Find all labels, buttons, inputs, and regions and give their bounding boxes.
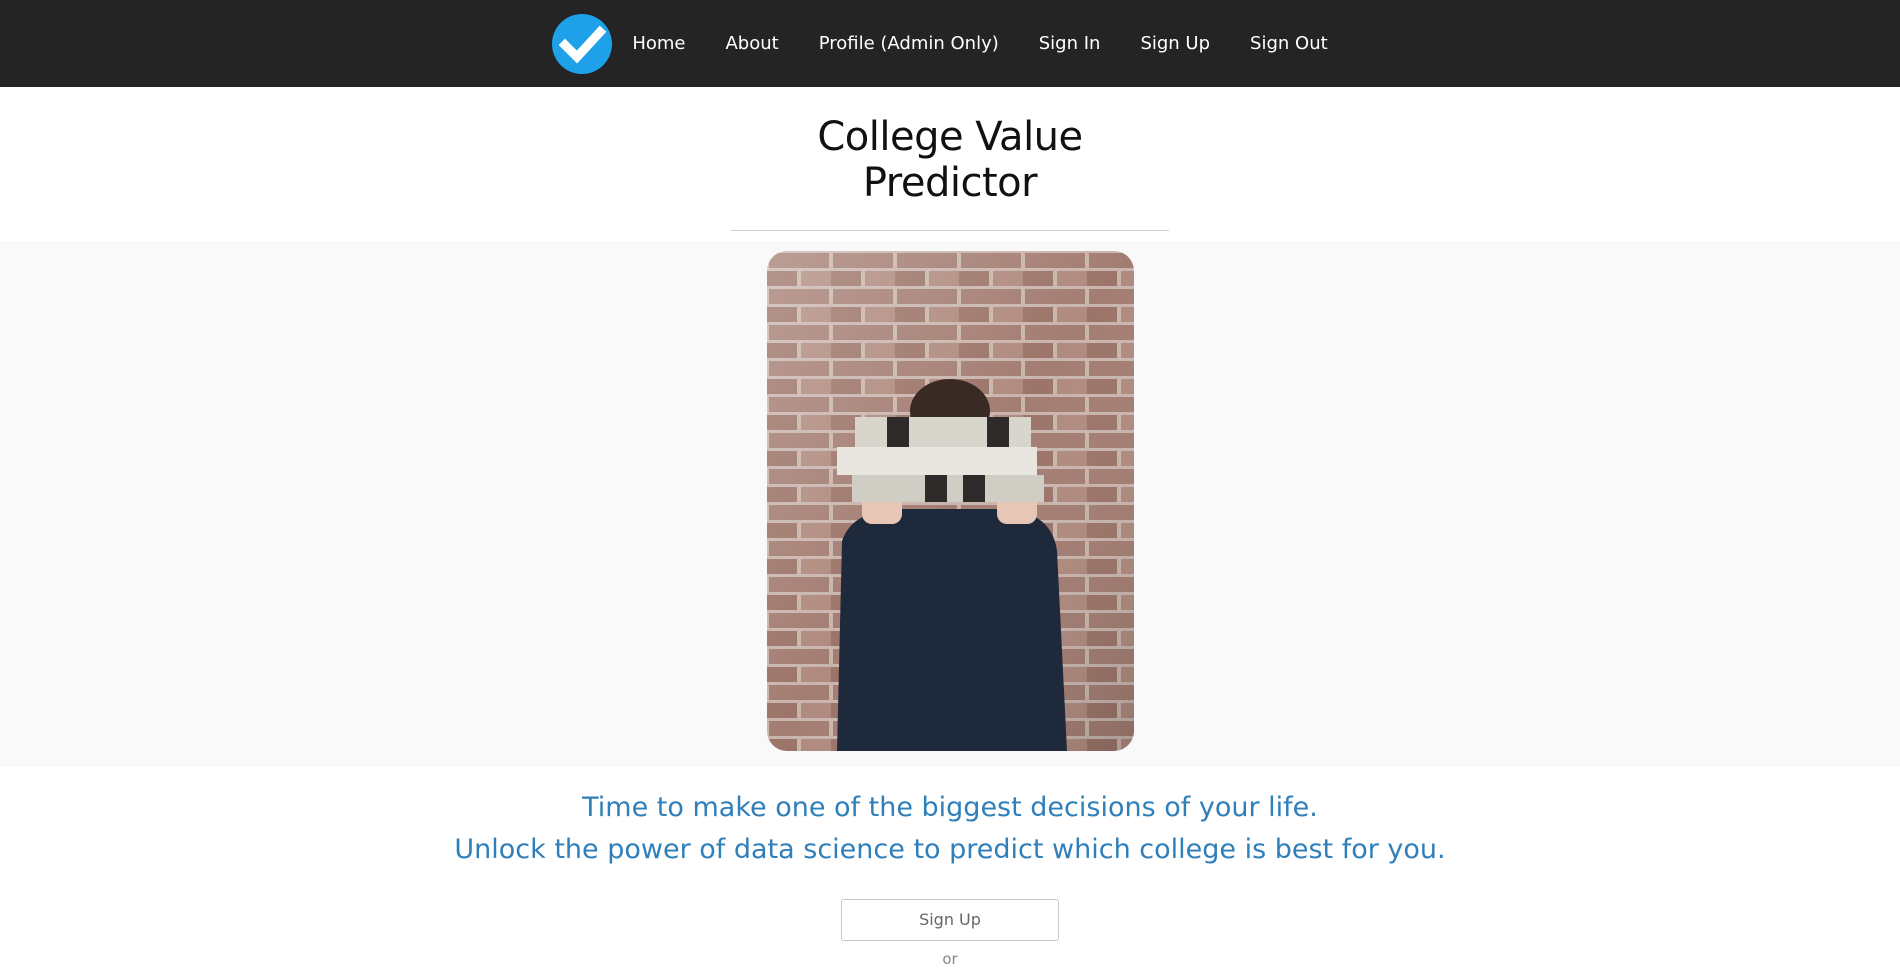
page-title: College Value Predictor (731, 114, 1169, 231)
checkmark-circle-icon[interactable] (552, 13, 613, 74)
nav-signout-link[interactable]: Sign Out (1250, 33, 1328, 54)
hero-section (0, 241, 1900, 767)
nav-inner: Home About Profile (Admin Only) Sign In … (552, 13, 1347, 74)
tagline-line-1: Time to make one of the biggest decision… (582, 792, 1318, 823)
nav-signin-link[interactable]: Sign In (1039, 33, 1101, 54)
nav-profile-link[interactable]: Profile (Admin Only) (819, 33, 999, 54)
hero-image (766, 251, 1134, 751)
nav-signup-link[interactable]: Sign Up (1140, 33, 1210, 54)
sign-up-button[interactable]: Sign Up (841, 899, 1059, 941)
top-navbar: Home About Profile (Admin Only) Sign In … (0, 0, 1900, 87)
tagline-line-2: Unlock the power of data science to pred… (454, 834, 1446, 865)
nav-home-link[interactable]: Home (632, 33, 685, 54)
nav-about-link[interactable]: About (725, 33, 778, 54)
or-separator: or (942, 950, 958, 968)
title-section: College Value Predictor (0, 87, 1900, 231)
tagline: Time to make one of the biggest decision… (0, 787, 1900, 871)
